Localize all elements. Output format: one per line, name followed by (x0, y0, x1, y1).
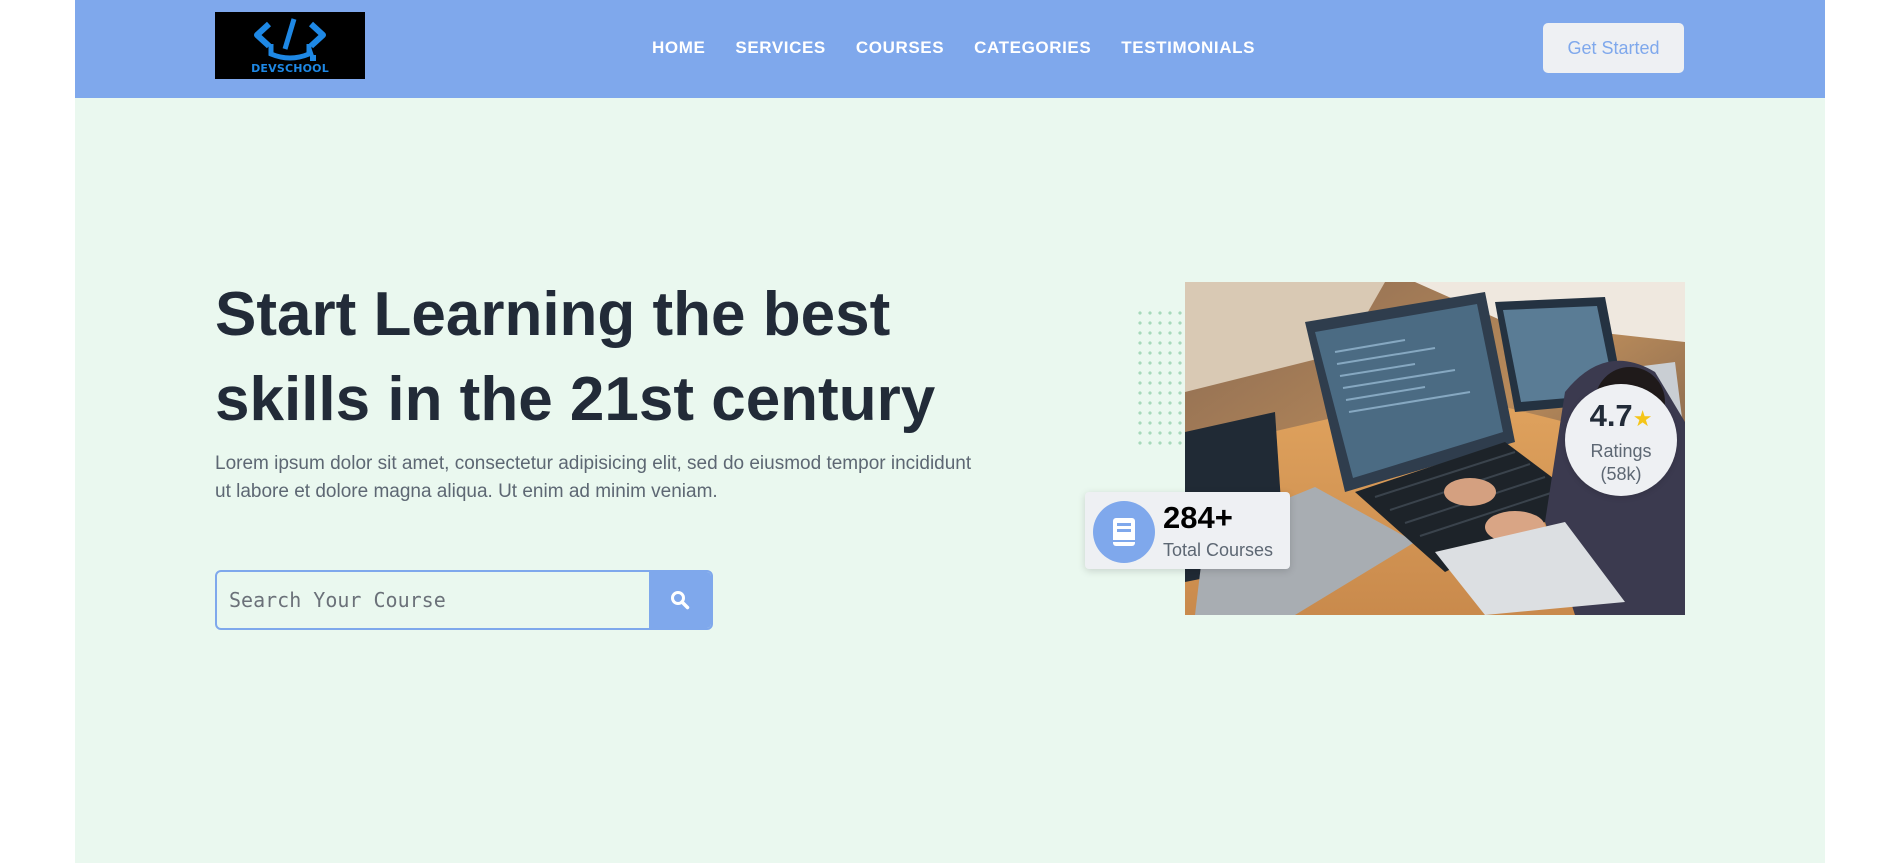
code-graduation-cap-icon (254, 18, 326, 61)
ratings-badge: 4.7★ Ratings (58k) (1565, 384, 1677, 496)
decorative-dots (1135, 308, 1183, 450)
rating-value-row: 4.7★ (1565, 398, 1677, 434)
nav-menu: HOME SERVICES COURSES CATEGORIES TESTIMO… (652, 38, 1255, 58)
navbar: DEVSCHOOL HOME SERVICES COURSES CATEGORI… (75, 0, 1825, 98)
get-started-button[interactable]: Get Started (1543, 23, 1684, 73)
courses-count: 284+ (1163, 500, 1233, 535)
nav-item-categories[interactable]: CATEGORIES (974, 38, 1091, 58)
nav-item-testimonials[interactable]: TESTIMONIALS (1121, 38, 1255, 58)
search-box (215, 570, 713, 630)
nav-item-services[interactable]: SERVICES (735, 38, 825, 58)
search-input[interactable] (217, 572, 653, 628)
hero-title: Start Learning the best skills in the 21… (215, 280, 936, 434)
rating-label-title: Ratings (1590, 441, 1652, 461)
logo-text: DEVSCHOOL (251, 62, 329, 75)
nav-item-courses[interactable]: COURSES (856, 38, 944, 58)
rating-value: 4.7 (1589, 398, 1633, 433)
search-icon (671, 591, 690, 610)
rating-count: (58k) (1600, 464, 1642, 484)
nav-item-home[interactable]: HOME (652, 38, 705, 58)
search-button[interactable] (649, 572, 711, 628)
hero-description: Lorem ipsum dolor sit amet, consectetur … (215, 453, 972, 502)
total-courses-card: 284+ Total Courses (1085, 492, 1290, 569)
rating-label: Ratings (58k) (1565, 440, 1677, 486)
logo[interactable]: DEVSCHOOL (215, 12, 365, 79)
page: DEVSCHOOL HOME SERVICES COURSES CATEGORI… (75, 0, 1825, 863)
book-icon-circle (1093, 501, 1155, 563)
courses-label: Total Courses (1163, 540, 1274, 560)
star-icon: ★ (1632, 406, 1653, 431)
book-icon (1113, 518, 1135, 546)
